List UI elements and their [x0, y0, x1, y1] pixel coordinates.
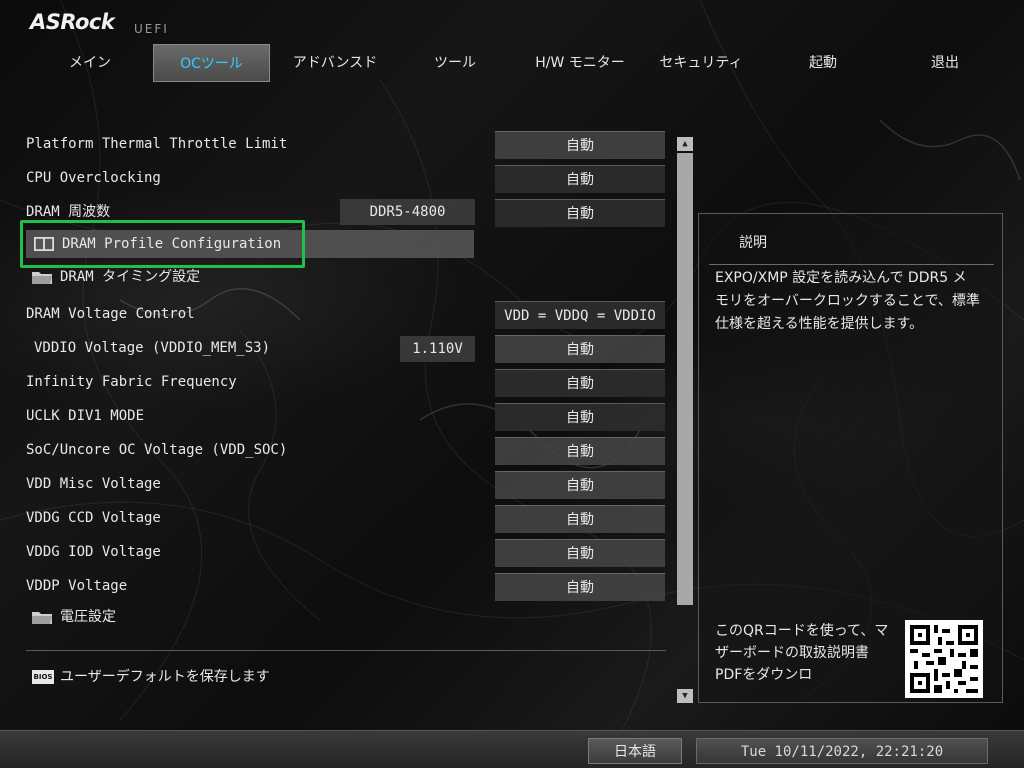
save-user-default-label: ユーザーデフォルトを保存します [60, 669, 270, 685]
tab-tools[interactable]: ツール [410, 44, 500, 82]
description-title: 説明 [739, 235, 767, 251]
selection-highlight [20, 220, 305, 268]
dram-voltage-control-value[interactable]: VDD = VDDQ = VDDIO [495, 301, 665, 329]
tab-exit[interactable]: 退出 [900, 44, 990, 82]
top-tabs: メイン OCツール アドバンスド ツール H/W モニター セキュリティ 起動 … [0, 44, 1024, 84]
scroll-down-arrow-icon[interactable]: ▼ [677, 689, 693, 703]
vddg-ccd-value[interactable]: 自動 [495, 505, 665, 533]
uclk-div1-label[interactable]: UCLK DIV1 MODE [26, 404, 144, 428]
qr-code [905, 620, 983, 698]
uclk-div1-value[interactable]: 自動 [495, 403, 665, 431]
soc-voltage-value[interactable]: 自動 [495, 437, 665, 465]
scroll-thumb[interactable] [677, 153, 693, 605]
soc-voltage-label[interactable]: SoC/Uncore OC Voltage (VDD_SOC) [26, 438, 287, 462]
description-text: EXPO/XMP 設定を読み込んで DDR5 メモリをオーバークロックすることで… [715, 270, 980, 332]
tab-hw-monitor[interactable]: H/W モニター [525, 44, 635, 82]
description-divider [709, 264, 994, 265]
vddio-voltage-value[interactable]: 自動 [495, 335, 665, 363]
folder-icon [32, 272, 52, 284]
vddio-voltage-current: 1.110V [400, 336, 475, 362]
vddp-voltage-value[interactable]: 自動 [495, 573, 665, 601]
dram-voltage-control-label[interactable]: DRAM Voltage Control [26, 302, 195, 326]
footer-bar: 日本語 Tue 10/11/2022, 22:21:20 [0, 730, 1024, 768]
cpu-oc-value[interactable]: 自動 [495, 165, 665, 193]
tab-main[interactable]: メイン [40, 44, 140, 82]
description-panel: 説明 EXPO/XMP 設定を読み込んで DDR5 メモリをオーバークロックする… [698, 213, 1003, 703]
platform-thermal-label[interactable]: Platform Thermal Throttle Limit [26, 132, 287, 156]
vddg-iod-label[interactable]: VDDG IOD Voltage [26, 540, 161, 564]
dram-timing-label: DRAM タイミング設定 [60, 269, 201, 285]
platform-thermal-value[interactable]: 自動 [495, 131, 665, 159]
datetime-display: Tue 10/11/2022, 22:21:20 [696, 738, 988, 764]
divider [26, 650, 666, 651]
vdd-misc-label[interactable]: VDD Misc Voltage [26, 472, 161, 496]
save-user-default-item[interactable]: BIOS ユーザーデフォルトを保存します [32, 665, 270, 689]
qr-code-icon [910, 625, 978, 693]
scrollbar[interactable]: ▲ ▼ [677, 137, 693, 703]
dram-frequency-current: DDR5-4800 [340, 199, 475, 225]
qr-text: このQRコードを使って、マザーボードの取扱説明書PDFをダウンロ [715, 623, 889, 683]
bios-icon: BIOS [32, 670, 54, 684]
voltage-settings-item[interactable]: 電圧設定 [32, 605, 116, 629]
tab-security[interactable]: セキュリティ [648, 44, 754, 82]
vddg-ccd-label[interactable]: VDDG CCD Voltage [26, 506, 161, 530]
asrock-logo: ASRock [30, 10, 115, 34]
dram-frequency-value[interactable]: 自動 [495, 199, 665, 227]
tab-oc-tools[interactable]: OCツール [153, 44, 270, 82]
folder-icon [32, 612, 52, 624]
vddg-iod-value[interactable]: 自動 [495, 539, 665, 567]
vddio-voltage-label[interactable]: VDDIO Voltage (VDDIO_MEM_S3) [34, 336, 270, 360]
scroll-up-arrow-icon[interactable]: ▲ [677, 137, 693, 151]
infinity-fabric-label[interactable]: Infinity Fabric Frequency [26, 370, 237, 394]
dram-timing-item[interactable]: DRAM タイミング設定 [32, 265, 200, 289]
tab-boot[interactable]: 起動 [780, 44, 866, 82]
cpu-oc-label[interactable]: CPU Overclocking [26, 166, 161, 190]
tab-advanced[interactable]: アドバンスド [280, 44, 390, 82]
vdd-misc-value[interactable]: 自動 [495, 471, 665, 499]
infinity-fabric-value[interactable]: 自動 [495, 369, 665, 397]
language-selector[interactable]: 日本語 [588, 738, 682, 764]
vddp-voltage-label[interactable]: VDDP Voltage [26, 574, 127, 598]
uefi-label: UEFI [134, 22, 169, 36]
voltage-settings-label: 電圧設定 [60, 609, 116, 625]
